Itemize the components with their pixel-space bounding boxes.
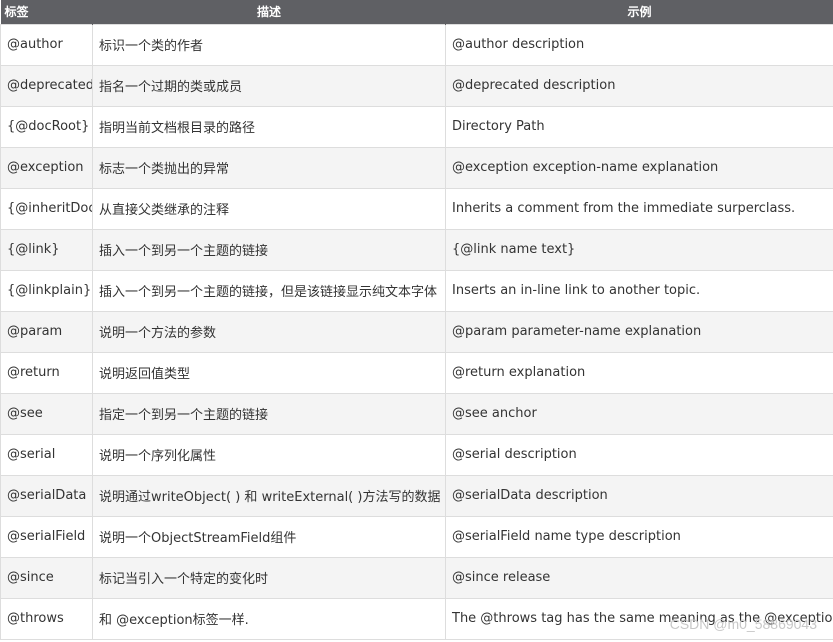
cell-description: 说明一个方法的参数: [92, 310, 446, 353]
table-row: {@linkplain} 插入一个到另一个主题的链接，但是该链接显示纯文本字体 …: [0, 269, 833, 312]
cell-description: 说明一个ObjectStreamField组件: [92, 515, 446, 558]
cell-example: @serialData description: [445, 474, 833, 517]
cell-tag: @exception: [0, 146, 93, 189]
cell-tag: {@linkplain}: [0, 269, 93, 312]
cell-example: Inserts an in-line link to another topic…: [445, 269, 833, 312]
cell-example: @serialField name type description: [445, 515, 833, 558]
cell-tag: @author: [0, 23, 93, 66]
cell-tag: @return: [0, 351, 93, 394]
cell-example: @deprecated description: [445, 64, 833, 107]
cell-description: 指定一个到另一个主题的链接: [92, 392, 446, 435]
cell-description: 说明通过writeObject( ) 和 writeExternal( )方法写…: [92, 474, 446, 517]
table-row: @deprecated 指名一个过期的类或成员 @deprecated desc…: [0, 64, 833, 107]
cell-example: @serial description: [445, 433, 833, 476]
cell-example: Directory Path: [445, 105, 833, 148]
javadoc-tags-table: 标签 描述 示例 @author 标识一个类的作者 @author descri…: [0, 0, 833, 640]
cell-tag: {@docRoot}: [0, 105, 93, 148]
cell-description: 从直接父类继承的注释: [92, 187, 446, 230]
cell-tag: @serialData: [0, 474, 93, 517]
table-row: @param 说明一个方法的参数 @param parameter-name e…: [0, 310, 833, 353]
header-row: 标签 描述 示例: [0, 0, 833, 24]
header-description: 描述: [92, 0, 446, 24]
cell-example: Inherits a comment from the immediate su…: [445, 187, 833, 230]
table-row: @serialData 说明通过writeObject( ) 和 writeEx…: [0, 474, 833, 517]
cell-description: 指名一个过期的类或成员: [92, 64, 446, 107]
cell-tag: @throws: [0, 597, 93, 640]
cell-description: 标识一个类的作者: [92, 23, 446, 66]
cell-description: 指明当前文档根目录的路径: [92, 105, 446, 148]
cell-description: 和 @exception标签一样.: [92, 597, 446, 640]
cell-example: @author description: [445, 23, 833, 66]
table-row: {@docRoot} 指明当前文档根目录的路径 Directory Path: [0, 105, 833, 148]
header-example: 示例: [445, 0, 833, 24]
cell-example: @see anchor: [445, 392, 833, 435]
cell-tag: {@link}: [0, 228, 93, 271]
table-row: {@link} 插入一个到另一个主题的链接 {@link name text}: [0, 228, 833, 271]
table-row: @since 标记当引入一个特定的变化时 @since release: [0, 556, 833, 599]
table-row: {@inheritDoc} 从直接父类继承的注释 Inherits a comm…: [0, 187, 833, 230]
cell-description: 插入一个到另一个主题的链接: [92, 228, 446, 271]
cell-example: @param parameter-name explanation: [445, 310, 833, 353]
cell-description: 说明返回值类型: [92, 351, 446, 394]
table-body: @author 标识一个类的作者 @author description @de…: [0, 23, 833, 640]
cell-description: 标记当引入一个特定的变化时: [92, 556, 446, 599]
cell-example: @exception exception-name explanation: [445, 146, 833, 189]
cell-tag: @param: [0, 310, 93, 353]
cell-tag: @serial: [0, 433, 93, 476]
cell-tag: @see: [0, 392, 93, 435]
cell-tag: @deprecated: [0, 64, 93, 107]
cell-example: {@link name text}: [445, 228, 833, 271]
cell-tag: @serialField: [0, 515, 93, 558]
csdn-watermark: CSDN @m0_58869043: [669, 616, 817, 632]
cell-example: @since release: [445, 556, 833, 599]
table-row: @return 说明返回值类型 @return explanation: [0, 351, 833, 394]
cell-description: 插入一个到另一个主题的链接，但是该链接显示纯文本字体: [92, 269, 446, 312]
cell-description: 说明一个序列化属性: [92, 433, 446, 476]
cell-example: @return explanation: [445, 351, 833, 394]
cell-tag: {@inheritDoc}: [0, 187, 93, 230]
cell-description: 标志一个类抛出的异常: [92, 146, 446, 189]
table-row: @see 指定一个到另一个主题的链接 @see anchor: [0, 392, 833, 435]
table-header: 标签 描述 示例: [0, 0, 833, 24]
header-tag: 标签: [0, 0, 93, 24]
table-row: @serial 说明一个序列化属性 @serial description: [0, 433, 833, 476]
table-row: @serialField 说明一个ObjectStreamField组件 @se…: [0, 515, 833, 558]
table-row: @author 标识一个类的作者 @author description: [0, 23, 833, 66]
cell-tag: @since: [0, 556, 93, 599]
table-row: @exception 标志一个类抛出的异常 @exception excepti…: [0, 146, 833, 189]
